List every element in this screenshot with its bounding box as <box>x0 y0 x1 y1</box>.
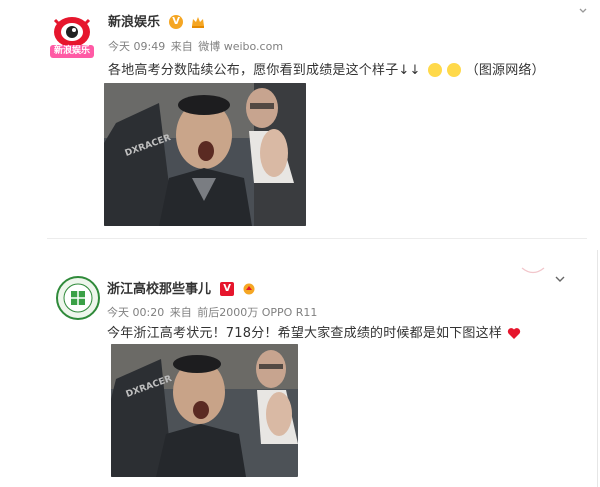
post-image[interactable]: DXRACER <box>111 344 298 477</box>
university-seal-icon <box>56 276 100 320</box>
post-divider <box>47 238 587 239</box>
author-name[interactable]: 新浪娱乐 <box>108 15 160 30</box>
author-row: 浙江高校那些事儿 V <box>107 278 256 297</box>
vip-badge-icon <box>243 283 255 294</box>
verified-badge-icon: V <box>220 281 235 296</box>
faint-mark-icon <box>520 262 546 274</box>
shocked-face-icon <box>427 62 442 77</box>
post-text-main: 各地高考分数陆续公布，愿你看到成绩是这个样子↓↓ <box>108 63 421 78</box>
source-prefix: 来自 <box>170 40 193 53</box>
red-heart-icon <box>508 328 521 339</box>
post-meta: 今天 09:49 来自 微博 weibo.com <box>108 38 285 54</box>
crown-icon <box>192 16 205 28</box>
post-text: 今年浙江高考状元！718分！希望大家查成绩的时候都是如下图这样 <box>107 322 521 341</box>
post-time[interactable]: 今天 09:49 <box>108 40 165 53</box>
post-text-main: 今年浙江高考状元！718分！希望大家查成绩的时候都是如下图这样 <box>107 326 503 341</box>
chevron-down-icon <box>579 8 587 13</box>
post-source[interactable]: 微博 weibo.com <box>198 40 283 53</box>
author-row: 新浪娱乐 V <box>108 11 205 30</box>
post-meta: 今天 00:20 来自 前后2000万 OPPO R11 <box>107 304 319 320</box>
post-time[interactable]: 今天 00:20 <box>107 306 164 319</box>
reaction-photo <box>111 344 298 477</box>
scrollbar-track[interactable] <box>597 250 598 487</box>
avatar[interactable] <box>56 276 100 320</box>
expand-menu-button[interactable] <box>576 2 590 14</box>
post-image[interactable]: DXRACER <box>104 83 306 226</box>
avatar[interactable]: 新浪娱乐 <box>47 12 97 60</box>
expand-menu-button[interactable] <box>552 271 568 285</box>
avatar-label: 新浪娱乐 <box>53 46 90 56</box>
verified-badge-icon: V <box>169 14 184 29</box>
source-prefix: 来自 <box>169 306 192 319</box>
author-name[interactable]: 浙江高校那些事儿 <box>107 282 211 297</box>
chevron-down-icon <box>555 276 565 282</box>
shocked-face-icon <box>447 62 462 77</box>
post-source[interactable]: 前后2000万 OPPO R11 <box>197 306 317 319</box>
post-text-tail: （图源网络） <box>465 63 545 78</box>
post-text: 各地高考分数陆续公布，愿你看到成绩是这个样子↓↓ （图源网络） <box>108 59 545 78</box>
